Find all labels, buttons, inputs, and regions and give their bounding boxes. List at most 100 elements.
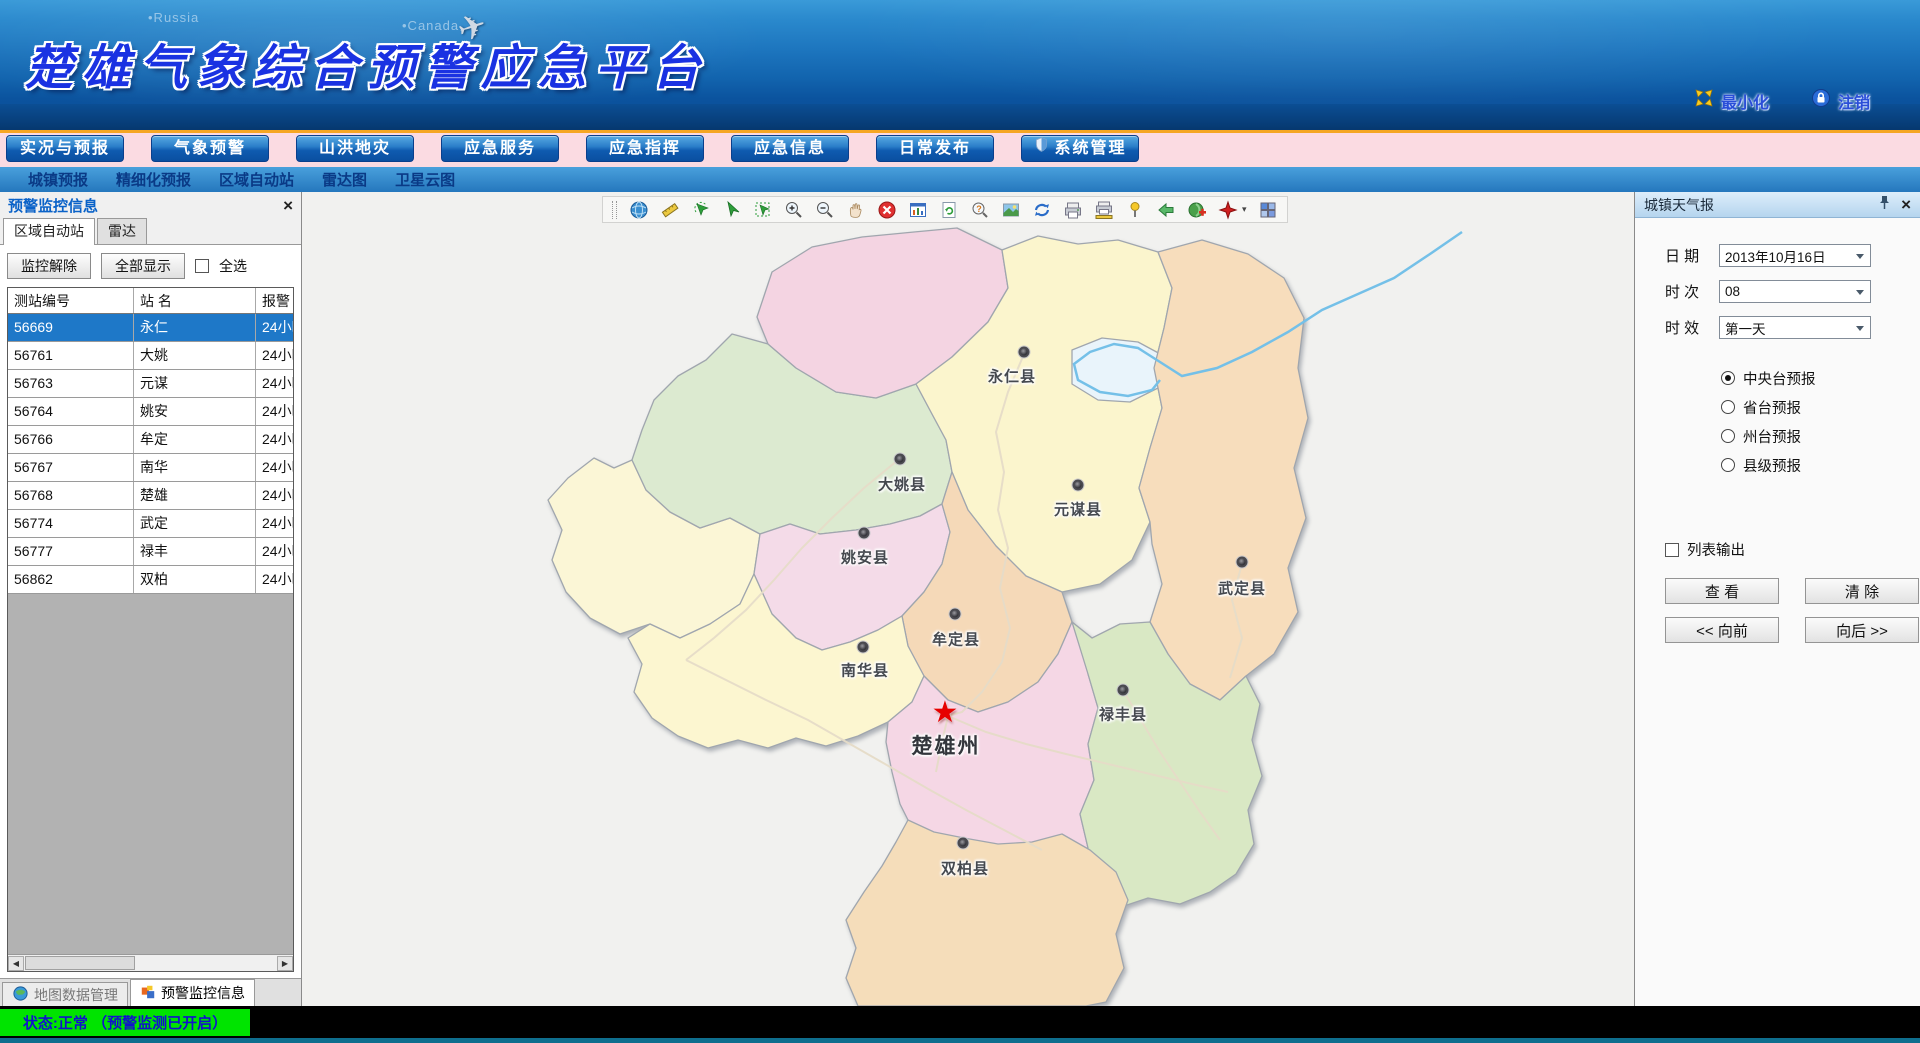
select-arrow-icon[interactable]	[722, 200, 742, 220]
chevron-down-icon[interactable]	[1856, 254, 1864, 259]
svg-text:?: ?	[976, 203, 982, 213]
bottom-tab-1[interactable]: 地图数据管理	[2, 982, 128, 1006]
chevron-down-icon[interactable]	[1856, 326, 1864, 331]
county-map	[302, 192, 1632, 1006]
table-row[interactable]: 56862双柏24小时	[8, 566, 293, 594]
field-combobox[interactable]: 08	[1719, 280, 1871, 303]
subnav-item-1[interactable]: 城镇预报	[14, 169, 102, 190]
right-panel-titlebar: 城镇天气报 ×	[1635, 192, 1920, 218]
radio-label: 县级预报	[1743, 455, 1801, 476]
legend-icon[interactable]	[1001, 200, 1021, 220]
table-row[interactable]: 56763元谋24小时	[8, 370, 293, 398]
nav-tab-8[interactable]: 系统管理	[1021, 135, 1139, 162]
scroll-right-arrow-icon[interactable]: ▶	[277, 956, 293, 971]
select-all-checkbox[interactable]	[195, 259, 209, 273]
nav-tab-4[interactable]: 应急服务	[441, 135, 559, 162]
combobox-value: 08	[1725, 284, 1740, 299]
nav-tab-1[interactable]: 实况与预报	[6, 135, 124, 162]
radio-button[interactable]	[1721, 371, 1735, 385]
station-id-cell: 56763	[8, 370, 134, 397]
radio-button[interactable]	[1721, 429, 1735, 443]
nav-tab-label: 应急服务	[464, 136, 536, 162]
nav-tab-3[interactable]: 山洪地灾	[296, 135, 414, 162]
alarm-cell: 24小时	[256, 370, 293, 397]
logout-label: 注销	[1838, 89, 1870, 113]
toolbar-grip[interactable]	[612, 201, 617, 219]
backward-button[interactable]: 向后 >>	[1805, 617, 1919, 643]
zoom-out-icon[interactable]	[815, 200, 835, 220]
nav-tab-label: 气象预警	[174, 136, 246, 162]
map-place-label: 南华县	[841, 660, 889, 681]
layers-icon[interactable]	[1258, 200, 1278, 220]
nav-tab-label: 实况与预报	[20, 136, 110, 162]
scroll-left-arrow-icon[interactable]: ◀	[8, 956, 24, 971]
compass-icon[interactable]	[1218, 200, 1238, 220]
globe-icon[interactable]	[629, 200, 649, 220]
table-row[interactable]: 56767南华24小时	[8, 454, 293, 482]
identify-icon[interactable]: ?	[970, 200, 990, 220]
previous-view-icon[interactable]	[1156, 200, 1176, 220]
bottom-tab-2[interactable]: 预警监控信息	[130, 979, 255, 1006]
add-layer-icon[interactable]	[1187, 200, 1207, 220]
table-row[interactable]: 56774武定24小时	[8, 510, 293, 538]
list-output-label: 列表输出	[1687, 539, 1745, 560]
nav-tab-2[interactable]: 气象预警	[151, 135, 269, 162]
map-canvas[interactable]: 永仁县大姚县元谋县姚安县武定县牟定县南华县禄丰县★楚雄州双柏县 ?▾	[302, 192, 1634, 1006]
logout-button[interactable]: 注销	[1811, 88, 1870, 113]
print-setup-icon[interactable]	[1094, 200, 1114, 220]
town-weather-panel: 城镇天气报 × 日 期2013年10月16日时 次08时 效第一天 中央台预报省…	[1634, 192, 1920, 1006]
list-output-checkbox[interactable]	[1665, 543, 1679, 557]
subnav-item-3[interactable]: 区域自动站	[205, 169, 308, 190]
radio-button[interactable]	[1721, 458, 1735, 472]
minimize-button[interactable]: 最小化	[1694, 88, 1769, 113]
table-row[interactable]: 56761大姚24小时	[8, 342, 293, 370]
stop-icon[interactable]	[877, 200, 897, 220]
chevron-down-icon[interactable]	[1856, 290, 1864, 295]
tab-region-autostation[interactable]: 区域自动站	[3, 218, 95, 245]
view-button[interactable]: 查 看	[1665, 578, 1779, 604]
table-row[interactable]: 56669永仁24小时	[8, 314, 293, 342]
right-panel-close-icon[interactable]: ×	[1901, 196, 1911, 213]
scrollbar-thumb[interactable]	[25, 956, 135, 970]
left-panel-close-icon[interactable]: ×	[283, 197, 293, 214]
redraw-icon[interactable]	[1032, 200, 1052, 220]
measure-icon[interactable]	[660, 200, 680, 220]
subnav-item-5[interactable]: 卫星云图	[381, 169, 469, 190]
show-all-button[interactable]: 全部显示	[101, 253, 185, 279]
combobox-value: 2013年10月16日	[1725, 246, 1826, 266]
nav-tab-6[interactable]: 应急信息	[731, 135, 849, 162]
nav-tab-label: 山洪地灾	[319, 136, 391, 162]
pin-icon[interactable]	[1878, 195, 1891, 215]
print-icon[interactable]	[1063, 200, 1083, 220]
alarm-cell: 24小时	[256, 454, 293, 481]
nav-tab-7[interactable]: 日常发布	[876, 135, 994, 162]
field-combobox[interactable]: 第一天	[1719, 316, 1871, 339]
refresh-page-icon[interactable]	[939, 200, 959, 220]
select-polygon-icon[interactable]	[753, 200, 773, 220]
release-monitor-button[interactable]: 监控解除	[7, 253, 91, 279]
tab-radar[interactable]: 雷达	[97, 218, 147, 244]
subnav-item-2[interactable]: 精细化预报	[102, 169, 205, 190]
table-row[interactable]: 56768楚雄24小时	[8, 482, 293, 510]
town-marker-icon	[950, 609, 961, 620]
clear-button[interactable]: 清 除	[1805, 578, 1919, 604]
pan-icon[interactable]	[846, 200, 866, 220]
header-banner: •Russia•Canada ✈ 楚雄气象综合预警应急平台 最小化 注销	[0, 0, 1920, 133]
subnav-item-4[interactable]: 雷达图	[308, 169, 381, 190]
table-row[interactable]: 56766牟定24小时	[8, 426, 293, 454]
marker-icon[interactable]	[1125, 200, 1145, 220]
nav-tab-5[interactable]: 应急指挥	[586, 135, 704, 162]
radio-button[interactable]	[1721, 400, 1735, 414]
forward-button[interactable]: << 向前	[1665, 617, 1779, 643]
chart-window-icon[interactable]	[908, 200, 928, 220]
select-lasso-icon[interactable]	[691, 200, 711, 220]
column-header-alarm: 报警	[256, 288, 293, 313]
zoom-in-icon[interactable]	[784, 200, 804, 220]
field-combobox[interactable]: 2013年10月16日	[1719, 244, 1871, 267]
table-row[interactable]: 56777禄丰24小时	[8, 538, 293, 566]
nav-tab-label: 应急信息	[754, 136, 826, 162]
station-table-rows: 56669永仁24小时56761大姚24小时56763元谋24小时56764姚安…	[8, 314, 293, 594]
table-horizontal-scrollbar[interactable]: ◀ ▶	[8, 954, 293, 971]
toolbar-dropdown-caret-icon[interactable]: ▾	[1242, 204, 1247, 215]
table-row[interactable]: 56764姚安24小时	[8, 398, 293, 426]
